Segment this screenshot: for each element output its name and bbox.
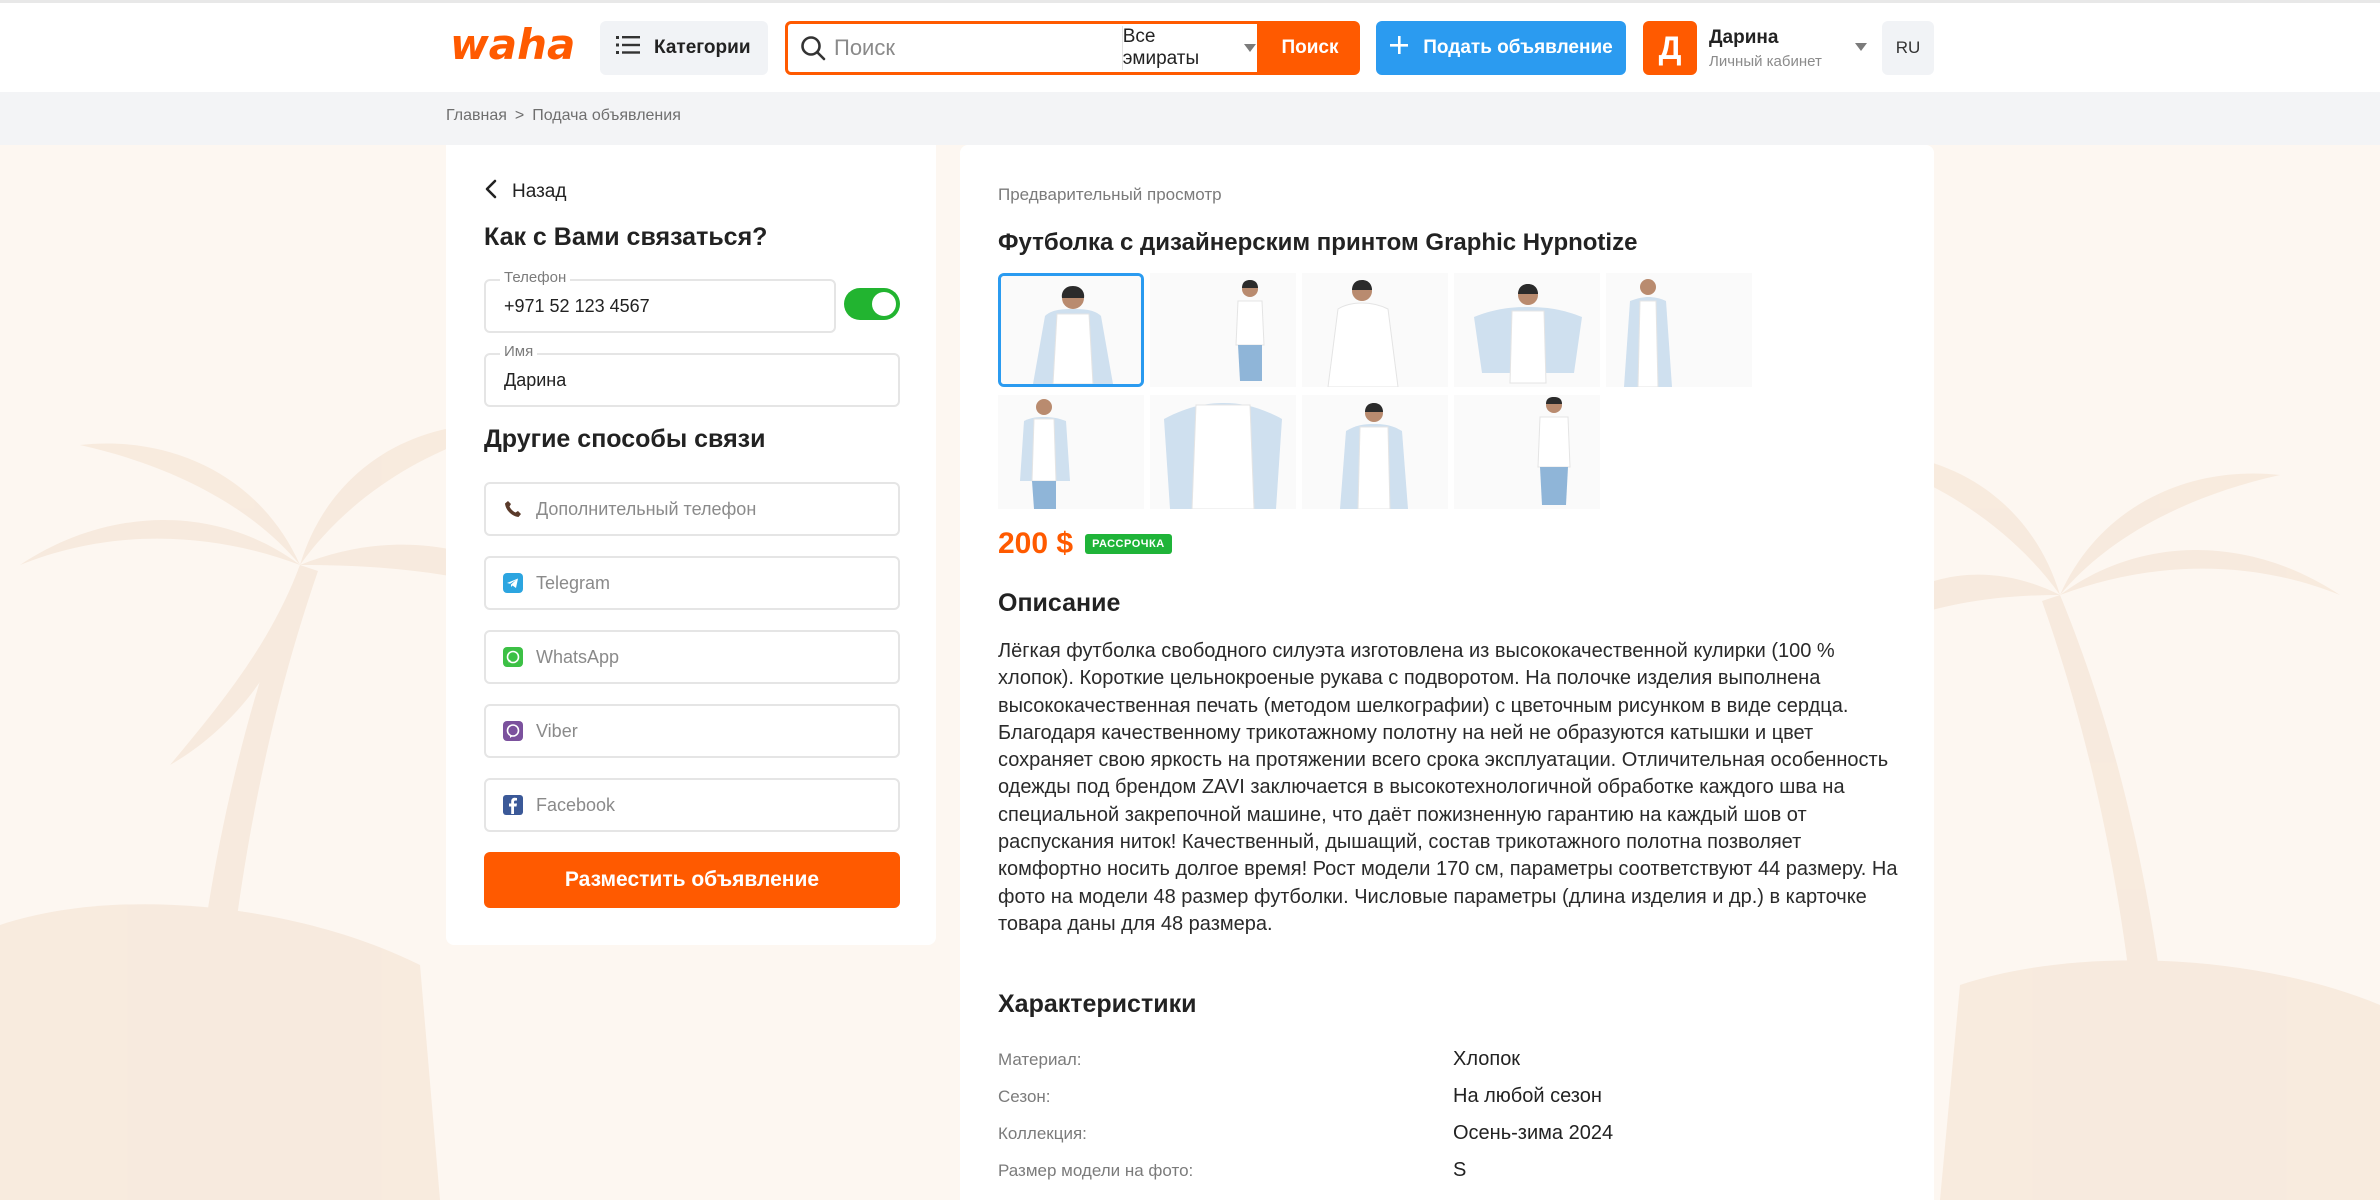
phone-visibility-toggle[interactable] [844,288,900,320]
extra-phone-field [484,482,900,536]
characteristic-value: Хлопок [1453,1048,1521,1070]
facebook-icon [502,794,524,816]
photo-thumbnail-1[interactable] [998,273,1144,387]
phone-icon [502,498,524,520]
language-switcher[interactable]: RU [1882,21,1934,75]
ad-preview-panel: Предварительный просмотр Футболка с диза… [960,145,1934,1200]
chevron-left-icon [484,179,498,205]
region-selected-label: Все эмираты [1122,26,1200,69]
photo-thumbnail-3[interactable] [1302,273,1448,387]
characteristic-value: Осень-зима 2024 [1453,1122,1614,1144]
categories-label: Категории [654,37,751,58]
name-field: Имя [484,343,900,407]
characteristics-heading: Характеристики [998,990,1197,1018]
preview-label: Предварительный просмотр [998,185,1222,204]
extra-phone-input[interactable] [536,494,898,524]
categories-button[interactable]: Категории [600,21,768,75]
name-input[interactable] [504,365,874,395]
whatsapp-icon [502,646,524,668]
breadcrumb-separator: > [514,107,525,124]
user-account-menu[interactable]: Д Дарина Личный кабинет [1643,21,1868,75]
viber-icon [502,720,524,742]
contact-heading: Как с Вами связаться? [484,223,768,251]
characteristic-key: Размер модели на фото: [998,1160,1194,1180]
facebook-field [484,778,900,832]
photo-thumbnail-2[interactable] [1150,273,1296,387]
facebook-input[interactable] [536,790,898,820]
characteristic-value: На любой сезон [1453,1085,1602,1107]
post-ad-button[interactable]: Подать объявление [1376,21,1626,75]
caret-down-icon [1243,37,1257,59]
breadcrumb-bar: Главная > Подача объявления [0,92,2380,145]
whatsapp-field [484,630,900,684]
telegram-input[interactable] [536,568,898,598]
search-box: Все эмираты [785,21,1260,75]
characteristic-key: Материал: [998,1049,1082,1069]
contact-form-panel: Назад Как с Вами связаться? Телефон Имя … [446,145,936,945]
publish-ad-button[interactable]: Разместить объявление [484,852,900,908]
list-menu-icon [616,35,640,61]
photo-thumbnail-6[interactable] [998,395,1144,509]
back-link[interactable]: Назад [484,179,566,205]
characteristic-row: Материал: Хлопок [998,1041,1898,1078]
price: 200 $ [998,527,1074,560]
telegram-icon [502,572,524,594]
photo-thumbnail-7[interactable] [1150,395,1296,509]
logo-text: waha [450,23,575,67]
search-button[interactable]: Поиск [1260,21,1360,75]
post-ad-label: Подать объявление [1423,37,1613,58]
top-header: waha Категории Все эмираты Поиск Подать … [0,0,2380,92]
installment-badge: РАССРОЧКА [1085,534,1172,554]
characteristic-row: Сезон: На любой сезон [998,1078,1898,1115]
viber-input[interactable] [536,716,898,746]
characteristic-row: Размер модели на фото: S [998,1152,1898,1189]
telegram-field [484,556,900,610]
breadcrumb-home-link[interactable]: Главная [446,107,507,125]
search-icon [788,35,826,61]
viber-field [484,704,900,758]
characteristics-list: Материал: Хлопок Сезон: На любой сезон К… [998,1041,1898,1189]
breadcrumb: Главная > Подача объявления [446,107,681,125]
plus-icon [1389,35,1409,61]
photo-thumbnail-5[interactable] [1606,273,1752,387]
back-label: Назад [512,181,567,202]
caret-down-icon [1854,39,1868,57]
search-input[interactable] [826,24,1122,72]
breadcrumb-current: Подача объявления [532,107,681,124]
price-row: 200 $ РАССРОЧКА [998,527,1172,561]
characteristic-row: Коллекция: Осень-зима 2024 [998,1115,1898,1152]
characteristic-value: S [1453,1159,1467,1181]
user-cabinet-label: Личный кабинет [1709,52,1822,70]
ad-title: Футболка с дизайнерским принтом Graphic … [998,229,1638,256]
photo-thumbnail-9[interactable] [1454,395,1600,509]
characteristic-key: Сезон: [998,1086,1051,1106]
phone-field: Телефон [484,269,874,333]
description-heading: Описание [998,589,1121,617]
toggle-knob [872,292,896,316]
photo-thumbnail-8[interactable] [1302,395,1448,509]
description-text: Лёгкая футболка свободного силуэта изгот… [998,640,1898,935]
whatsapp-input[interactable] [536,642,898,672]
name-field-label: Имя [500,343,538,360]
other-contacts-heading: Другие способы связи [484,425,766,453]
region-dropdown[interactable]: Все эмираты [1123,24,1257,72]
characteristic-key: Коллекция: [998,1123,1087,1143]
waha-logo[interactable]: waha [450,23,580,67]
phone-input[interactable] [504,291,874,321]
user-name: Дарина [1709,26,1779,48]
photo-thumbnail-4[interactable] [1454,273,1600,387]
phone-field-label: Телефон [500,269,571,286]
avatar: Д [1643,21,1697,75]
